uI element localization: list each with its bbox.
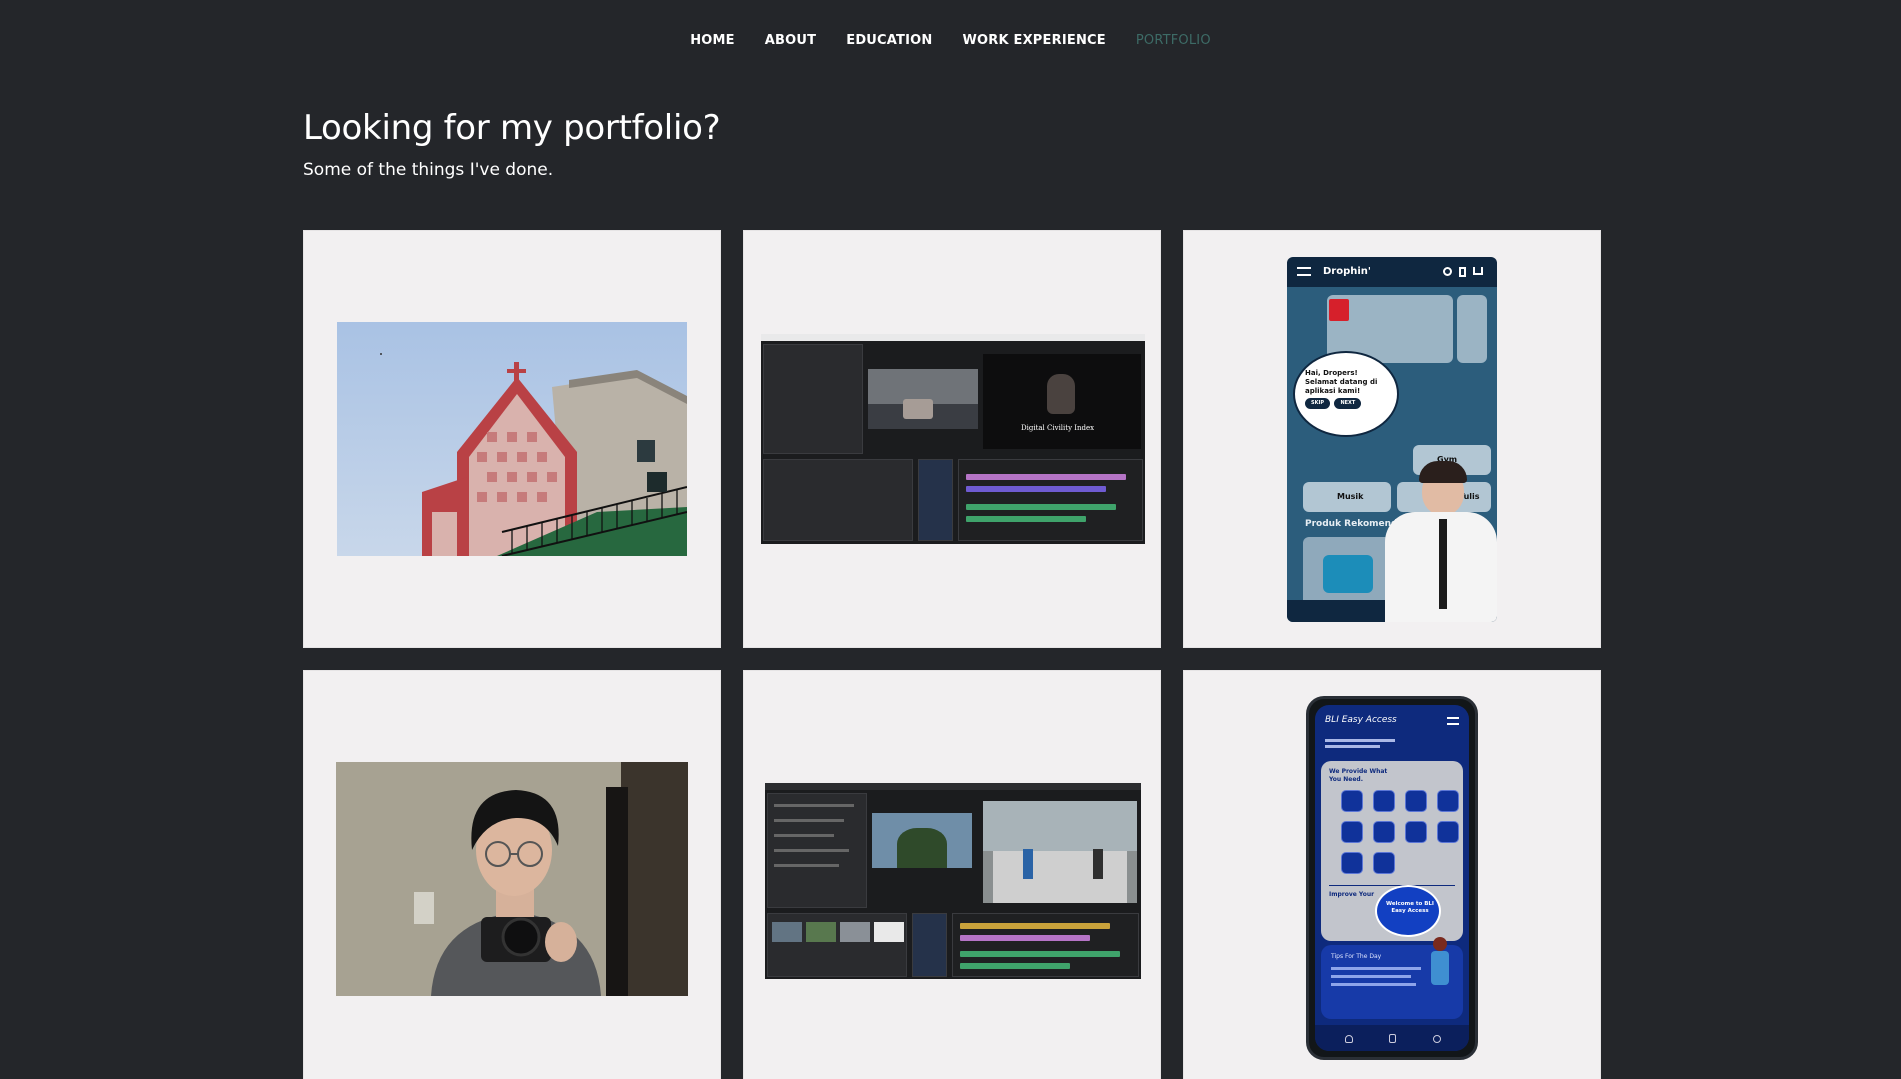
portrait-photo [336, 762, 688, 996]
portfolio-card-video-edit-2[interactable] [743, 670, 1161, 1079]
tips-label: Tips For The Day [1331, 953, 1382, 960]
portfolio-card-drophin-app[interactable]: Drophin' Gym Musik Tulis Produk Rekomend… [1183, 230, 1601, 648]
portfolio-card-building[interactable] [303, 230, 721, 648]
menu-icon [1447, 717, 1459, 725]
video-title-overlay: Digital Civility Index [1021, 424, 1095, 432]
home-icon [1389, 1034, 1396, 1043]
provide-label: We Provide What You Need. [1329, 768, 1388, 783]
bli-app-mockup: BLI Easy Access We Provide What You Need… [1306, 696, 1478, 1060]
menu-icon [1297, 267, 1311, 276]
portfolio-card-video-edit-1[interactable]: Digital Civility Index [743, 230, 1161, 648]
welcome-bubble: Hai, Dropers! Selamat datang di aplikasi… [1293, 351, 1399, 437]
nav-education[interactable]: EDUCATION [846, 33, 932, 48]
building-photo [337, 322, 687, 556]
drophin-app-mockup: Drophin' Gym Musik Tulis Produk Rekomend… [1287, 257, 1497, 622]
bell-icon [1345, 1035, 1353, 1043]
profile-icon [1433, 1035, 1441, 1043]
video-editor-screenshot: Digital Civility Index [761, 334, 1145, 544]
bookmark-icon [1459, 267, 1466, 277]
page-title: Looking for my portfolio? [303, 108, 721, 148]
top-nav: HOME ABOUT EDUCATION WORK EXPERIENCE POR… [0, 0, 1901, 80]
page-subtitle: Some of the things I've done. [303, 160, 554, 180]
portfolio-card-portrait[interactable] [303, 670, 721, 1079]
cart-icon [1473, 267, 1483, 275]
tile-music: Musik [1337, 492, 1364, 501]
nav-about[interactable]: ABOUT [765, 33, 816, 48]
video-editor-screenshot-2 [765, 783, 1141, 979]
nav-work-experience[interactable]: WORK EXPERIENCE [963, 33, 1106, 48]
nav-home[interactable]: HOME [690, 33, 735, 48]
bli-app-name: BLI Easy Access [1325, 715, 1397, 725]
nav-portfolio[interactable]: PORTFOLIO [1136, 33, 1211, 48]
improve-label: Improve Your [1329, 891, 1375, 898]
next-button[interactable]: NEXT [1334, 398, 1362, 409]
skip-button[interactable]: SKIP [1305, 398, 1331, 409]
app-name: Drophin' [1323, 266, 1371, 277]
welcome-bubble: Welcome to BLI Easy Access [1375, 885, 1441, 937]
search-icon [1443, 267, 1452, 276]
portfolio-card-bli-app[interactable]: BLI Easy Access We Provide What You Need… [1183, 670, 1601, 1079]
